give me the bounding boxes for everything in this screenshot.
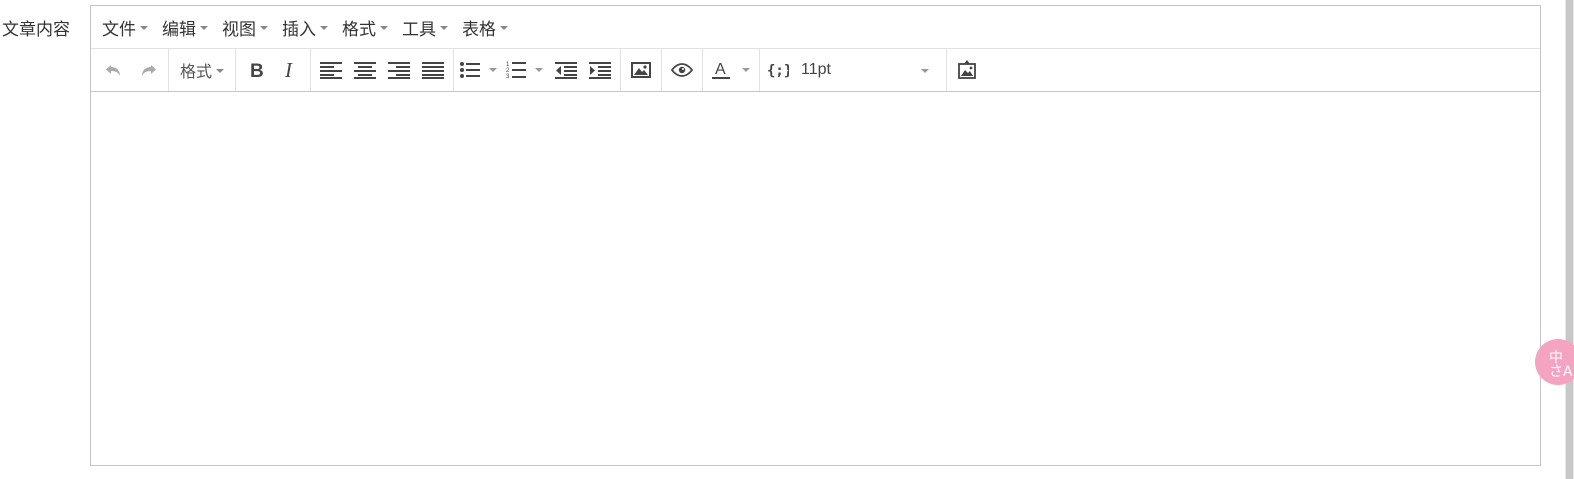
menu-tools[interactable]: 工具 [395, 11, 455, 43]
chevron-down-icon [440, 26, 448, 30]
history-group [91, 49, 169, 91]
numbered-list-icon: 123 [506, 62, 527, 80]
format-group: 格式 [169, 49, 237, 91]
format-dropdown[interactable]: 格式 [172, 54, 232, 86]
menu-insert-label: 插入 [282, 19, 316, 40]
outdent-button[interactable] [549, 54, 583, 86]
menu-insert[interactable]: 插入 [275, 11, 335, 43]
chevron-down-icon [260, 26, 268, 30]
menu-view-label: 视图 [222, 19, 256, 40]
numbered-list-button[interactable]: 123 [503, 54, 529, 86]
align-left-button[interactable] [314, 54, 348, 86]
indent-button[interactable] [583, 54, 617, 86]
ime-indicator-badge[interactable]: 中 さA [1535, 339, 1574, 385]
align-justify-button[interactable] [416, 54, 450, 86]
svg-text:3: 3 [506, 74, 510, 80]
menu-table[interactable]: 表格 [455, 11, 515, 43]
svg-text:A: A [715, 61, 726, 78]
alignment-group [311, 49, 455, 91]
code-sample-button[interactable]: {;} [763, 54, 793, 86]
text-color-button[interactable]: A [706, 54, 736, 86]
outdent-icon [555, 62, 578, 79]
redo-button[interactable] [131, 54, 165, 86]
bullet-list-options[interactable] [483, 54, 503, 86]
scrollbar-thumb[interactable] [1566, 0, 1573, 479]
text-style-group: B I [236, 49, 312, 91]
code-fontsize-group: {;} 11pt [760, 49, 948, 91]
text-color-icon: A [712, 61, 731, 79]
chevron-down-icon [500, 26, 508, 30]
ime-badge-line1: 中 [1549, 350, 1563, 366]
chevron-down-icon [200, 26, 208, 30]
bold-icon: B [250, 61, 264, 80]
image-upload-icon [958, 60, 976, 79]
align-center-icon [354, 62, 377, 79]
page-scrollbar[interactable] [1565, 0, 1574, 479]
image-icon [631, 62, 652, 78]
editor-content-area[interactable] [91, 92, 1540, 465]
chevron-down-icon [380, 26, 388, 30]
menu-format[interactable]: 格式 [335, 11, 395, 43]
editor-menubar: 文件 编辑 视图 插入 格式 工具 表格 [91, 6, 1540, 49]
align-justify-icon [422, 62, 445, 79]
preview-icon [671, 63, 694, 77]
editor-toolbar: 格式 B I 1 2 3 A {; 11pt [91, 49, 1540, 92]
chevron-down-icon [535, 68, 544, 72]
menu-file-label: 文件 [102, 19, 136, 40]
preview-group [662, 49, 704, 91]
menu-view[interactable]: 视图 [215, 11, 275, 43]
numbered-list-options[interactable] [529, 54, 549, 86]
svg-text:I: I [284, 60, 293, 80]
bullet-list-icon [460, 62, 481, 78]
font-size-dropdown[interactable]: 11pt [793, 54, 943, 86]
chevron-down-icon [489, 68, 498, 72]
indent-icon [589, 62, 612, 79]
chevron-down-icon [742, 68, 751, 72]
menu-format-label: 格式 [342, 19, 376, 40]
italic-button[interactable]: I [273, 54, 307, 86]
preview-button[interactable] [665, 54, 699, 86]
image-group [621, 49, 663, 91]
bold-button[interactable]: B [239, 54, 273, 86]
align-right-button[interactable] [382, 54, 416, 86]
align-right-icon [388, 62, 411, 79]
menu-file[interactable]: 文件 [95, 11, 155, 43]
menu-table-label: 表格 [462, 19, 496, 40]
chevron-down-icon [140, 26, 148, 30]
svg-text:{;}: {;} [767, 63, 789, 79]
align-center-button[interactable] [348, 54, 382, 86]
code-sample-icon: {;} [767, 63, 789, 79]
redo-icon [142, 65, 156, 76]
list-group: 123 [454, 49, 622, 91]
chevron-down-icon [216, 69, 225, 73]
font-size-value: 11pt [801, 61, 831, 78]
chevron-down-icon [320, 26, 328, 30]
bullet-list-button[interactable] [457, 54, 483, 86]
text-color-options[interactable] [736, 54, 756, 86]
menu-edit-label: 编辑 [162, 19, 196, 40]
rich-text-editor: 文件 编辑 视图 插入 格式 工具 表格 格式 B I 1 2 3 A {; 1… [90, 5, 1541, 466]
menu-tools-label: 工具 [402, 19, 436, 40]
undo-icon [106, 65, 120, 76]
field-label: 文章内容 [2, 20, 70, 40]
text-color-group: A [703, 49, 761, 91]
svg-text:B: B [250, 61, 264, 80]
insert-image-button[interactable] [624, 54, 658, 86]
menu-edit[interactable]: 编辑 [155, 11, 215, 43]
undo-button[interactable] [97, 54, 131, 86]
upload-group [947, 49, 987, 91]
ime-badge-line2: さA [1549, 364, 1573, 380]
chevron-down-icon [921, 69, 930, 73]
format-dropdown-label: 格式 [180, 62, 213, 81]
italic-icon: I [284, 60, 293, 80]
image-upload-button[interactable] [950, 54, 984, 86]
align-left-icon [320, 62, 343, 79]
